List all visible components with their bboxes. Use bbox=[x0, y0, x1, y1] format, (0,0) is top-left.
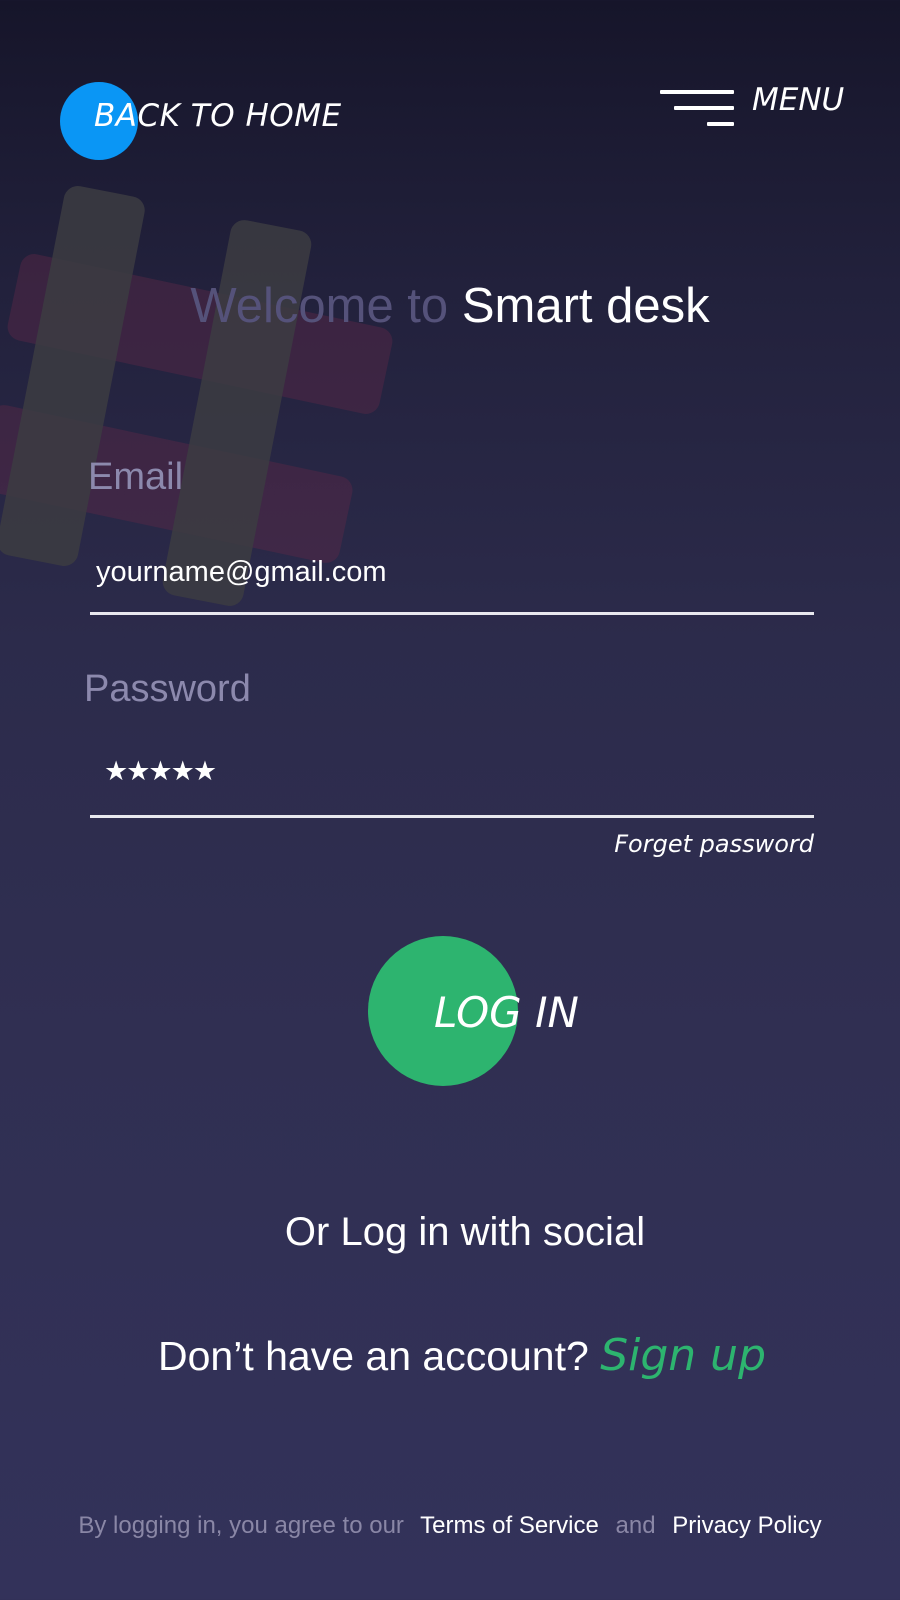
footer-prefix: By logging in, you agree to our bbox=[78, 1512, 404, 1539]
signup-prompt: Don’t have an account? bbox=[158, 1333, 589, 1379]
menu-line-top bbox=[660, 90, 734, 94]
email-underline bbox=[90, 612, 814, 615]
title-app-name: Smart desk bbox=[461, 279, 710, 333]
footer-conjunction: and bbox=[615, 1512, 656, 1539]
terms-of-service-link[interactable]: Terms of Service bbox=[420, 1512, 599, 1539]
title-prefix: Welcome to bbox=[190, 279, 449, 333]
back-to-home-button[interactable]: BACK TO HOME bbox=[94, 98, 342, 134]
social-login-link[interactable]: Or Log in with social bbox=[0, 1210, 900, 1255]
menu-line-bottom bbox=[707, 122, 734, 126]
hashtag-bar-left bbox=[0, 183, 148, 569]
hashtag-bar-top bbox=[5, 251, 395, 417]
hashtag-bar-right bbox=[160, 217, 314, 609]
legal-footer: By logging in, you agree to our Terms of… bbox=[0, 1512, 900, 1540]
forgot-password-link[interactable]: Forget password bbox=[560, 830, 814, 858]
signup-link[interactable]: Sign up bbox=[600, 1330, 766, 1381]
email-field[interactable] bbox=[96, 552, 796, 592]
menu-line-middle bbox=[674, 106, 734, 110]
login-button[interactable]: LOG IN bbox=[366, 936, 579, 1086]
menu-button[interactable]: MENU bbox=[752, 82, 844, 118]
hamburger-menu-icon[interactable] bbox=[658, 88, 734, 132]
password-underline bbox=[90, 815, 814, 818]
page-title: Welcome to Smart desk bbox=[0, 278, 900, 334]
privacy-policy-link[interactable]: Privacy Policy bbox=[672, 1512, 821, 1539]
email-label: Email bbox=[88, 456, 184, 498]
password-field[interactable]: ★★★★★ bbox=[104, 756, 217, 787]
signup-prompt-line: Don’t have an account? Sign up bbox=[0, 1330, 900, 1381]
login-button-label: LOG IN bbox=[434, 988, 579, 1037]
password-label: Password bbox=[84, 668, 251, 710]
